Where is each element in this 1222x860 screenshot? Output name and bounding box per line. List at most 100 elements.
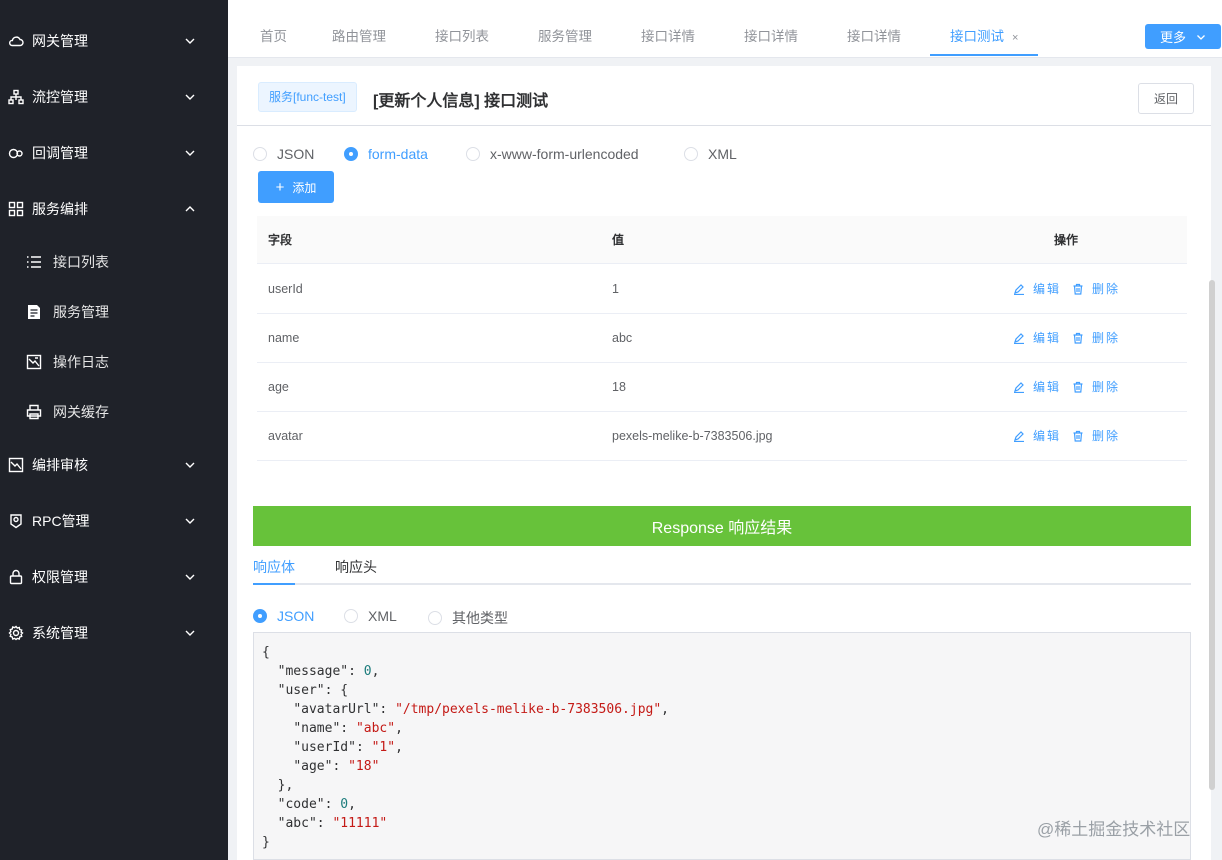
edit-button[interactable]: 编辑 xyxy=(1013,314,1061,362)
more-dropdown-button[interactable]: 更多 xyxy=(1145,24,1221,49)
menu-item-system[interactable]: 系统管理 xyxy=(0,605,228,661)
menu-item-permissions[interactable]: 权限管理 xyxy=(0,549,228,605)
radio-xml[interactable]: XML xyxy=(684,146,737,162)
radio-label: JSON xyxy=(277,146,315,162)
radio-response-other[interactable]: 其他类型 xyxy=(428,608,508,628)
menu-item-service-orchestration[interactable]: 服务编排 xyxy=(0,181,228,237)
edit-button[interactable]: 编辑 xyxy=(1013,412,1061,460)
page-title: [更新个人信息] 接口测试 xyxy=(373,93,549,110)
radio-label: x-www-form-urlencoded xyxy=(490,146,639,162)
cell-field: userId xyxy=(268,282,303,296)
chevron-down-icon xyxy=(185,150,195,156)
tab-home[interactable]: 首页 xyxy=(260,18,287,56)
radio-x-www-form-urlencoded[interactable]: x-www-form-urlencoded xyxy=(466,146,639,162)
tab-label: 路由管理 xyxy=(332,29,386,44)
radio-response-json[interactable]: JSON xyxy=(253,608,314,624)
radio-label: JSON xyxy=(277,608,315,624)
delete-button[interactable]: 删除 xyxy=(1072,363,1120,411)
grid-icon xyxy=(8,201,24,217)
header-value: 值 xyxy=(612,233,625,247)
main-card: 服务[func-test] [更新个人信息] 接口测试 返回 JSON form… xyxy=(237,66,1211,860)
menu-item-gateway[interactable]: 网关管理 xyxy=(0,13,228,69)
delete-button[interactable]: 删除 xyxy=(1072,265,1120,313)
radio-json[interactable]: JSON xyxy=(253,146,314,162)
delete-label: 删除 xyxy=(1092,331,1121,345)
add-button[interactable]: + 添加 xyxy=(258,171,334,203)
trash-icon xyxy=(1073,283,1083,295)
tab-api-list[interactable]: 接口列表 xyxy=(435,18,489,56)
chevron-down-icon xyxy=(185,94,195,100)
submenu-item-gateway-cache[interactable]: 网关缓存 xyxy=(0,387,228,437)
picture-icon xyxy=(26,354,42,370)
tab-label: 接口详情 xyxy=(847,29,901,44)
code-line: "userId": "1", xyxy=(293,740,403,755)
submenu-item-api-list[interactable]: 接口列表 xyxy=(0,237,228,287)
menu-item-flow-control[interactable]: 流控管理 xyxy=(0,69,228,125)
tab-api-test[interactable]: 接口测试 × xyxy=(930,18,1039,56)
menu-item-label: 服务编排 xyxy=(32,201,88,217)
table-row: name abc 编辑 删除 xyxy=(257,314,1187,363)
delete-label: 删除 xyxy=(1092,380,1121,394)
edit-button[interactable]: 编辑 xyxy=(1013,363,1061,411)
tab-label: 接口详情 xyxy=(744,29,798,44)
tab-response-headers[interactable]: 响应头 xyxy=(335,557,377,577)
code-line: "avatarUrl": "/tmp/pexels-melike-b-73835… xyxy=(293,702,669,717)
menu-item-label: 权限管理 xyxy=(32,569,88,585)
edit-label: 编辑 xyxy=(1033,282,1062,296)
cell-value: pexels-melike-b-7383506.jpg xyxy=(612,429,773,443)
trash-icon xyxy=(1073,381,1083,393)
delete-button[interactable]: 删除 xyxy=(1072,314,1120,362)
menu-item-label: RPC管理 xyxy=(32,513,90,529)
chevron-down-icon xyxy=(185,38,195,44)
tab-route-management[interactable]: 路由管理 xyxy=(332,18,386,56)
badge-icon xyxy=(8,513,24,529)
tab-response-body[interactable]: 响应体 xyxy=(253,557,295,577)
edit-label: 编辑 xyxy=(1033,331,1062,345)
scrollbar[interactable] xyxy=(1209,280,1215,790)
submenu-item-label: 服务管理 xyxy=(53,304,109,320)
cloud-icon xyxy=(8,33,24,49)
tab-api-detail-2[interactable]: 接口详情 xyxy=(744,18,798,56)
close-icon[interactable]: × xyxy=(1012,32,1018,44)
delete-label: 删除 xyxy=(1092,429,1121,443)
document-icon xyxy=(26,304,42,320)
radio-dot xyxy=(253,609,267,623)
radio-label: XML xyxy=(368,608,397,624)
menu-item-label: 系统管理 xyxy=(32,625,88,641)
hierarchy-icon xyxy=(8,89,24,105)
table-header: 字段 值 操作 xyxy=(257,216,1187,264)
back-button[interactable]: 返回 xyxy=(1138,83,1194,114)
submenu-item-operation-log[interactable]: 操作日志 xyxy=(0,337,228,387)
delete-button[interactable]: 删除 xyxy=(1072,412,1120,460)
tab-bar: 首页 路由管理 接口列表 服务管理 接口详情 接口详情 接口详情 接口测试 × xyxy=(228,18,1222,58)
radio-dot xyxy=(428,611,442,625)
lock-icon xyxy=(8,569,24,585)
tab-api-detail-3[interactable]: 接口详情 xyxy=(847,18,901,56)
cell-field: avatar xyxy=(268,429,303,443)
menu-item-callback[interactable]: 回调管理 xyxy=(0,125,228,181)
edit-icon xyxy=(1014,284,1024,295)
cell-field: age xyxy=(268,380,289,394)
submenu-item-service-management[interactable]: 服务管理 xyxy=(0,287,228,337)
radio-response-xml[interactable]: XML xyxy=(344,608,397,624)
menu-item-rpc[interactable]: RPC管理 xyxy=(0,493,228,549)
menu-item-label: 流控管理 xyxy=(32,89,88,105)
edit-button[interactable]: 编辑 xyxy=(1013,265,1061,313)
menu-item-label: 回调管理 xyxy=(32,145,88,161)
radio-form-data[interactable]: form-data xyxy=(344,146,428,162)
chevron-down-icon xyxy=(185,462,195,468)
submenu-item-label: 网关缓存 xyxy=(53,404,109,420)
trash-icon xyxy=(1073,430,1083,442)
cell-value: abc xyxy=(612,331,633,345)
table-row: age 18 编辑 删除 xyxy=(257,363,1187,412)
sidebar: 网关管理 流控管理 回调管理 服务编排 接口列表 服务管理 操作日志 网关缓存 … xyxy=(0,0,228,860)
menu-item-orchestration-review[interactable]: 编排审核 xyxy=(0,437,228,493)
edit-icon xyxy=(1014,431,1024,442)
edit-label: 编辑 xyxy=(1033,429,1062,443)
tab-api-detail-1[interactable]: 接口详情 xyxy=(641,18,695,56)
edit-label: 编辑 xyxy=(1033,380,1062,394)
printer-icon xyxy=(26,404,42,420)
tab-service-management[interactable]: 服务管理 xyxy=(538,18,592,56)
list-icon xyxy=(26,254,42,270)
code-line: }, xyxy=(262,778,294,793)
